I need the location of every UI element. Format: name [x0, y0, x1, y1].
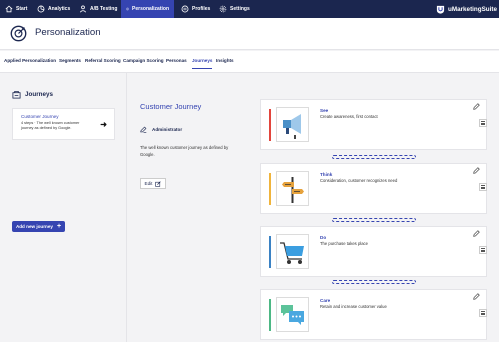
- brand: uMarketingSuite: [436, 0, 497, 18]
- stage-illustration: [276, 297, 309, 332]
- nav-profiles[interactable]: Profiles: [176, 0, 215, 18]
- page-header: Personalization: [0, 18, 499, 50]
- drag-handle-icon[interactable]: [479, 119, 487, 127]
- settings-icon: [219, 5, 227, 13]
- journey-name: Customer Journey: [21, 114, 59, 119]
- pencil-icon[interactable]: [473, 103, 480, 110]
- shopping-cart-icon: [280, 242, 304, 264]
- arrow-right-icon: ➜: [100, 120, 107, 129]
- megaphone-icon: [283, 114, 301, 139]
- pencil-icon[interactable]: [473, 167, 480, 174]
- stage-color-bar: [269, 299, 271, 331]
- stage-name: Think: [320, 172, 333, 177]
- stage-illustration: [276, 107, 309, 142]
- tab-campaign-scoring[interactable]: Campaign Scoring: [123, 58, 164, 68]
- journey-description: The well known customer journey as defin…: [140, 145, 229, 157]
- user-edit-icon: [140, 126, 147, 133]
- profiles-icon: [181, 5, 189, 13]
- top-navigation: Start Analytics A/B Testing Personalizat…: [0, 0, 499, 18]
- stage-color-bar: [269, 173, 271, 205]
- personalization-logo-icon: [10, 25, 27, 42]
- stage-card-do[interactable]: Do The purchase takes place: [260, 226, 487, 277]
- tab-personas[interactable]: Personas: [166, 58, 187, 68]
- nav-personalization-label: Personalization: [132, 6, 169, 12]
- ab-testing-icon: [79, 5, 87, 13]
- stage-description: Create awareness, first contact: [320, 114, 378, 119]
- nav-personalization[interactable]: Personalization: [121, 0, 174, 18]
- nav-start-label: Start: [16, 6, 28, 12]
- add-journey-button[interactable]: Add new journey +: [12, 221, 65, 232]
- stage-name: Do: [320, 235, 327, 240]
- journey-owner: Administrator: [140, 126, 182, 133]
- stage-description: Retain and increase customer value: [320, 304, 387, 309]
- nav-analytics[interactable]: Analytics: [32, 0, 75, 18]
- chat-bubbles-icon: [281, 305, 304, 325]
- drag-handle-icon[interactable]: [479, 183, 487, 191]
- journey-title: Customer Journey: [140, 102, 202, 111]
- nav-profiles-label: Profiles: [192, 6, 211, 12]
- stage-color-bar: [269, 236, 271, 268]
- sub-navigation: Applied Personalization Segments Referra…: [0, 51, 499, 73]
- nav-ab-testing-label: A/B Testing: [90, 6, 118, 12]
- home-icon: [5, 5, 13, 13]
- stage-drop-zone[interactable]: [332, 218, 416, 222]
- brand-name: uMarketingSuite: [448, 5, 497, 13]
- analytics-icon: [37, 5, 45, 13]
- stage-name: See: [320, 108, 329, 113]
- pencil-icon[interactable]: [473, 230, 480, 237]
- page-title: Personalization: [35, 27, 101, 38]
- add-journey-label: Add new journey: [15, 224, 53, 229]
- nav-settings-label: Settings: [230, 6, 250, 12]
- journey-summary: 4 steps · The well known customer journe…: [21, 121, 80, 130]
- stage-illustration: [276, 234, 309, 269]
- nav-start[interactable]: Start: [0, 0, 32, 18]
- sidebar-title: Journeys: [12, 90, 53, 99]
- tab-applied-personalization[interactable]: Applied Personalization: [4, 58, 56, 68]
- nav-analytics-label: Analytics: [48, 6, 71, 12]
- tab-segments[interactable]: Segments: [59, 58, 81, 68]
- stage-illustration: [276, 171, 309, 206]
- journey-owner-name: Administrator: [152, 127, 183, 132]
- journey-detail: Customer Journey Administrator The well …: [128, 73, 499, 342]
- journey-list-item[interactable]: Customer Journey 4 steps · The well know…: [12, 108, 115, 140]
- stage-drop-zone[interactable]: [332, 155, 416, 159]
- drag-handle-icon[interactable]: [479, 309, 487, 317]
- stage-drop-zone[interactable]: [332, 280, 416, 284]
- stage-description: Consideration, customer recognizes need: [320, 178, 398, 183]
- drag-handle-icon[interactable]: [479, 246, 487, 254]
- tab-referral-scoring[interactable]: Referral Scoring: [85, 58, 121, 68]
- edit-icon: [155, 180, 162, 187]
- stage-name: Care: [320, 298, 331, 303]
- stage-card-see[interactable]: See Create awareness, first contact: [260, 99, 487, 150]
- edit-journey-label: Edit: [144, 181, 153, 186]
- brand-logo-icon: [436, 5, 445, 14]
- stage-card-care[interactable]: Care Retain and increase customer value: [260, 289, 487, 340]
- stage-color-bar: [269, 109, 271, 141]
- edit-journey-button[interactable]: Edit: [140, 178, 166, 189]
- nav-ab-testing[interactable]: A/B Testing: [74, 0, 122, 18]
- tab-journeys[interactable]: Journeys: [192, 58, 213, 69]
- signpost-icon: [282, 177, 304, 203]
- tab-insights[interactable]: Insights: [216, 58, 234, 68]
- nav-settings[interactable]: Settings: [214, 0, 255, 18]
- plus-icon: +: [56, 223, 62, 230]
- sidebar-title-label: Journeys: [25, 91, 53, 98]
- stage-description: The purchase takes place: [320, 241, 368, 246]
- journeys-sidebar: Journeys Customer Journey 4 steps · The …: [0, 73, 127, 342]
- pencil-icon[interactable]: [473, 293, 480, 300]
- stage-card-think[interactable]: Think Consideration, customer recognizes…: [260, 163, 487, 214]
- journeys-icon: [12, 90, 21, 99]
- personalization-icon: [126, 7, 129, 11]
